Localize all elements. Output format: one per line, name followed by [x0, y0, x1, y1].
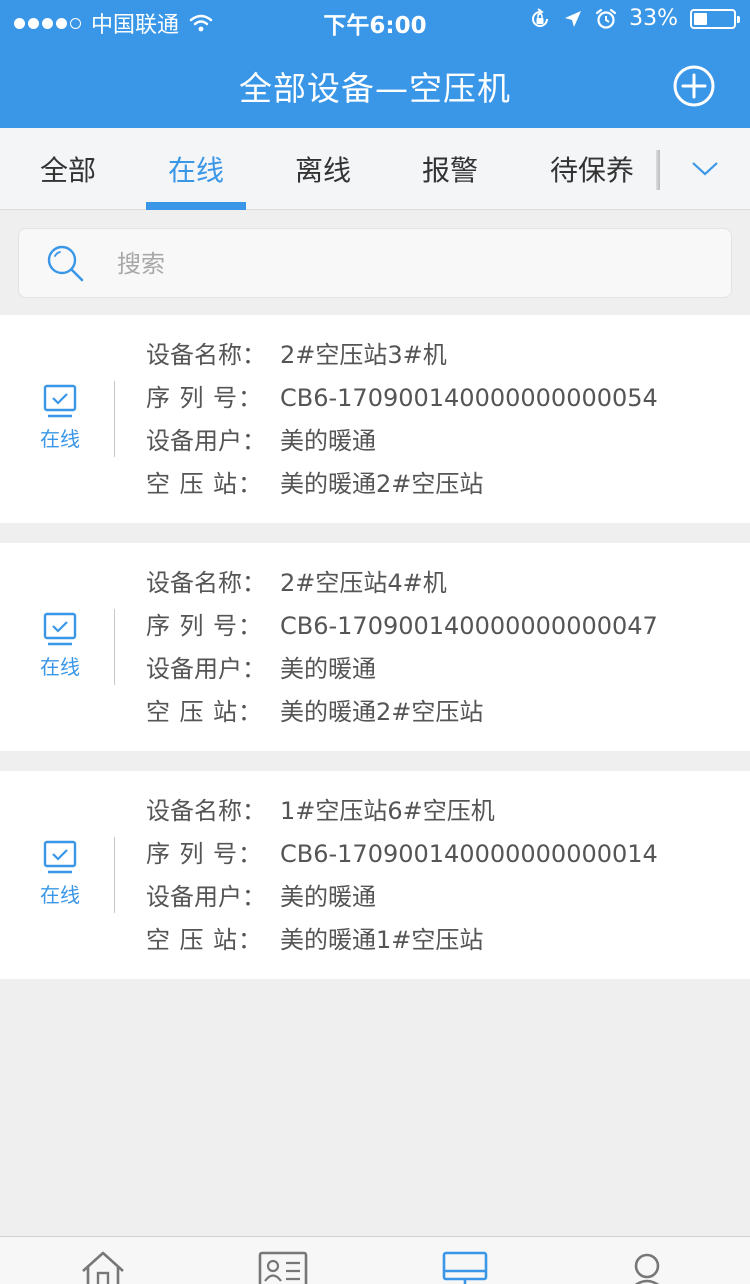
- device-station: 美的暖通2#空压站: [280, 698, 484, 726]
- monitor-icon[interactable]: [438, 1249, 492, 1284]
- device-serial-row: 序 列 号： CB6-170900140000000000014: [146, 838, 658, 881]
- device-station-row: 空 压 站： 美的暖通1#空压站: [146, 924, 658, 967]
- device-user: 美的暖通: [280, 655, 376, 683]
- device-user-row: 设备用户： 美的暖通: [146, 881, 658, 924]
- device-user-row: 设备用户： 美的暖通: [146, 425, 658, 468]
- device-status-label: 在线: [40, 427, 80, 451]
- device-user: 美的暖通: [280, 883, 376, 911]
- search-input[interactable]: [117, 244, 677, 284]
- field-label: 设备用户：: [146, 883, 266, 911]
- device-name: 1#空压站6#空压机: [280, 797, 495, 825]
- field-label: 序 列 号：: [146, 840, 262, 868]
- field-label: 设备名称：: [146, 341, 266, 369]
- active-tab-indicator: [146, 202, 246, 210]
- device-serial: CB6-170900140000000000014: [280, 840, 658, 868]
- device-user: 美的暖通: [280, 427, 376, 455]
- field-label: 设备名称：: [146, 569, 266, 597]
- alarm-clock-icon: [595, 8, 617, 29]
- device-status-label: 在线: [40, 883, 80, 907]
- device-divider: [114, 609, 115, 685]
- device-name-row: 设备名称： 2#空压站3#机: [146, 339, 658, 382]
- field-label: 设备名称：: [146, 797, 266, 825]
- device-divider: [114, 381, 115, 457]
- device-fields: 设备名称： 2#空压站4#机 序 列 号： CB6-17090014000000…: [146, 567, 658, 739]
- field-label: 序 列 号：: [146, 612, 262, 640]
- device-station-row: 空 压 站： 美的暖通2#空压站: [146, 468, 658, 511]
- add-device-button[interactable]: [672, 64, 716, 108]
- device-station: 美的暖通1#空压站: [280, 926, 484, 954]
- tabs-more-button[interactable]: [660, 128, 750, 210]
- device-status: 在线: [30, 611, 90, 680]
- device-status: 在线: [30, 383, 90, 452]
- device-card[interactable]: 在线 设备名称： 2#空压站3#机 序 列 号： CB6-17090014000…: [0, 315, 750, 523]
- monitor-check-icon: [43, 384, 77, 418]
- monitor-check-icon: [43, 612, 77, 646]
- status-right: 33%: [529, 6, 740, 31]
- tab-all[interactable]: 全部: [18, 128, 118, 210]
- device-fields: 设备名称： 1#空压站6#空压机 序 列 号： CB6-170900140000…: [146, 795, 658, 967]
- tab-alarm[interactable]: 报警: [400, 128, 500, 210]
- tab-pending-maintenance[interactable]: 待保养: [532, 128, 652, 210]
- contact-card-icon[interactable]: [256, 1249, 310, 1284]
- header: 中国联通 下午6:00 33% 全部设备—空压机: [0, 0, 750, 128]
- status-bar: 中国联通 下午6:00 33%: [0, 0, 750, 40]
- battery-level-fill: [694, 12, 707, 25]
- device-card[interactable]: 在线 设备名称： 2#空压站4#机 序 列 号： CB6-17090014000…: [0, 543, 750, 751]
- bottom-tab-bar: [0, 1236, 750, 1284]
- orientation-lock-icon: [532, 7, 549, 27]
- device-serial: CB6-170900140000000000047: [280, 612, 658, 640]
- field-label: 空 压 站：: [146, 698, 262, 726]
- tab-offline[interactable]: 离线: [273, 128, 373, 210]
- field-label: 设备用户：: [146, 655, 266, 683]
- device-card[interactable]: 在线 设备名称： 1#空压站6#空压机 序 列 号： CB6-170900140…: [0, 771, 750, 979]
- device-fields: 设备名称： 2#空压站3#机 序 列 号： CB6-17090014000000…: [146, 339, 658, 511]
- device-name-row: 设备名称： 1#空压站6#空压机: [146, 795, 658, 838]
- battery-percent: 33%: [629, 6, 678, 31]
- device-status-label: 在线: [40, 655, 80, 679]
- device-name-row: 设备名称： 2#空压站4#机: [146, 567, 658, 610]
- search-icon: [47, 245, 84, 282]
- field-label: 设备用户：: [146, 427, 266, 455]
- field-label: 空 压 站：: [146, 470, 262, 498]
- page-title: 全部设备—空压机: [239, 69, 511, 108]
- search-bar[interactable]: [18, 228, 732, 298]
- battery-icon: [690, 8, 740, 29]
- home-icon[interactable]: [76, 1249, 130, 1284]
- device-serial: CB6-170900140000000000054: [280, 384, 658, 412]
- device-name: 2#空压站4#机: [280, 569, 447, 597]
- user-icon[interactable]: [620, 1249, 674, 1284]
- device-status: 在线: [30, 839, 90, 908]
- device-divider: [114, 837, 115, 913]
- tab-online[interactable]: 在线: [146, 128, 246, 210]
- device-name: 2#空压站3#机: [280, 341, 447, 369]
- device-serial-row: 序 列 号： CB6-170900140000000000047: [146, 610, 658, 653]
- field-label: 空 压 站：: [146, 926, 262, 954]
- monitor-check-icon: [43, 840, 77, 874]
- chevron-down-icon: [692, 162, 718, 176]
- device-list-screen: 中国联通 下午6:00 33% 全部设备—空压机 全部 在线 离线 报警 待保养…: [0, 0, 750, 1284]
- field-label: 序 列 号：: [146, 384, 262, 412]
- device-station-row: 空 压 站： 美的暖通2#空压站: [146, 696, 658, 739]
- status-filter-tabs: 全部 在线 离线 报警 待保养: [0, 128, 750, 210]
- device-user-row: 设备用户： 美的暖通: [146, 653, 658, 696]
- device-station: 美的暖通2#空压站: [280, 470, 484, 498]
- location-arrow-icon: [565, 10, 582, 27]
- device-serial-row: 序 列 号： CB6-170900140000000000054: [146, 382, 658, 425]
